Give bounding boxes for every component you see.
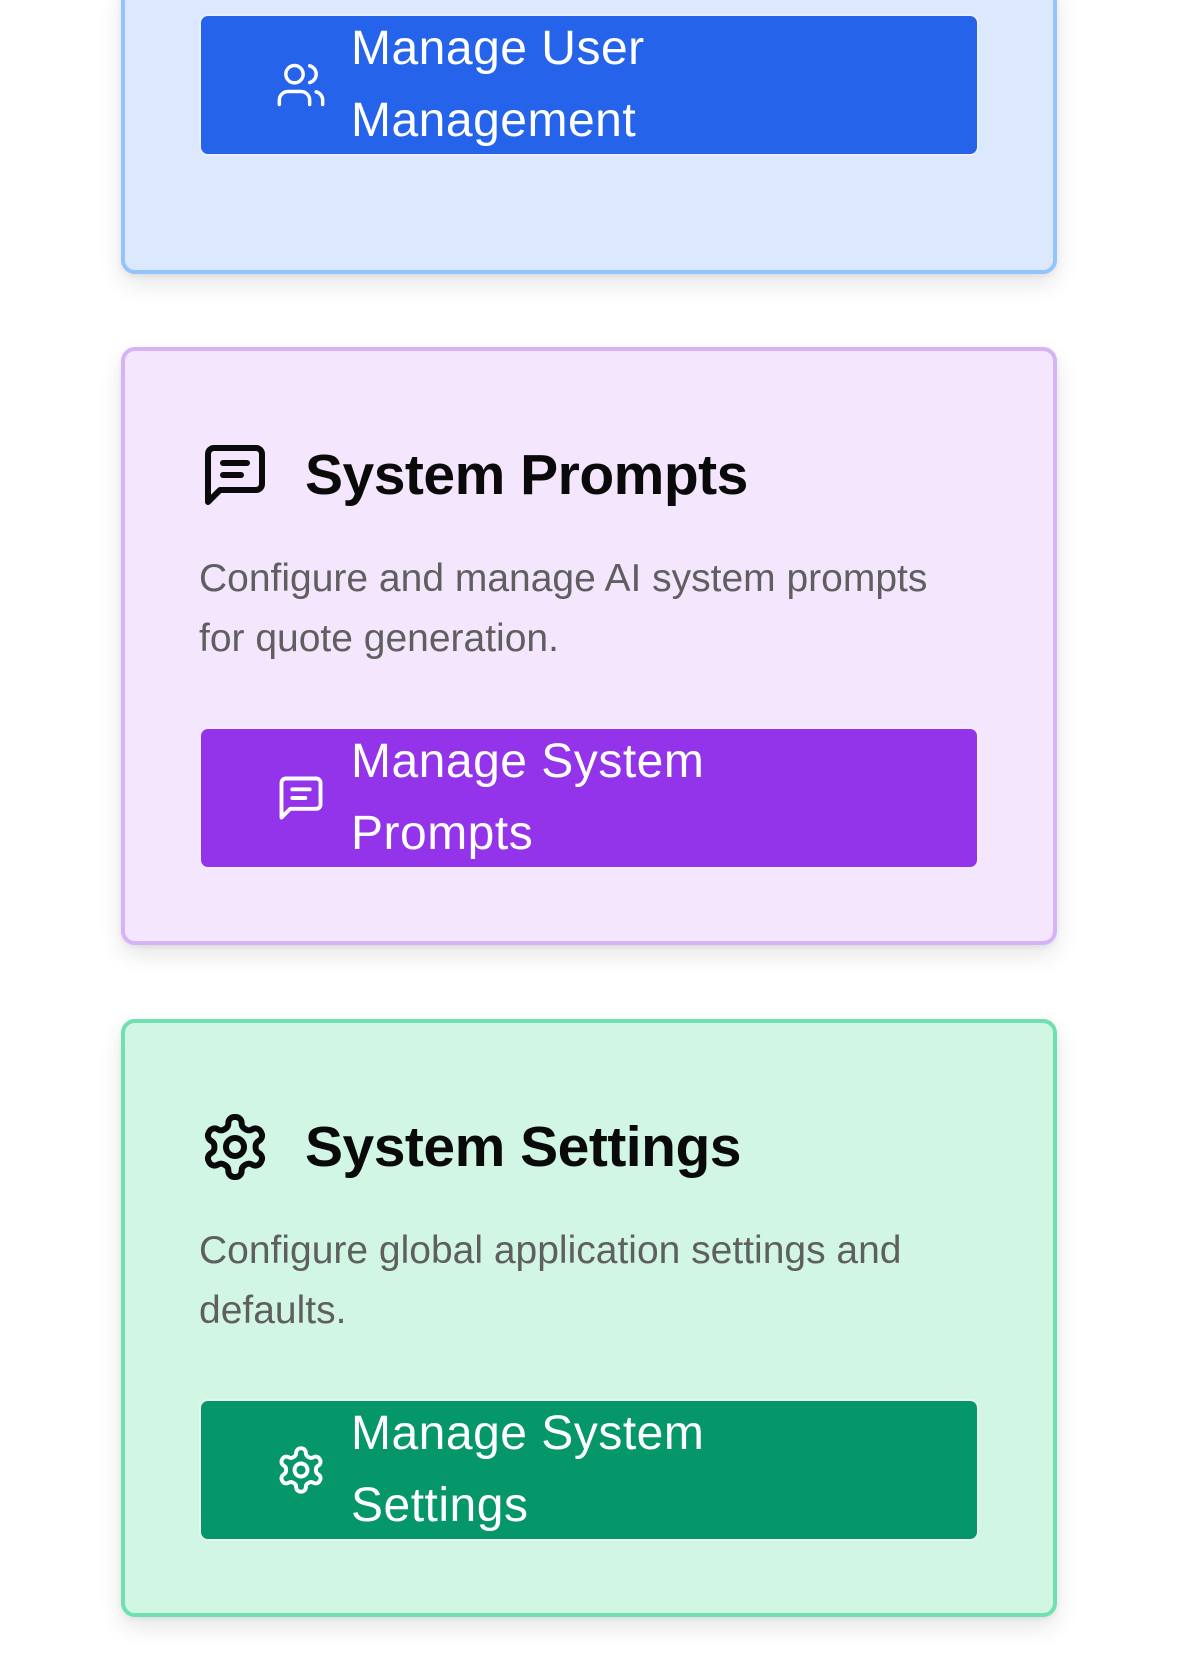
message-square-text-icon bbox=[275, 772, 327, 824]
manage-system-settings-label: Manage System Settings bbox=[351, 1407, 705, 1532]
manage-system-prompts-button[interactable]: Manage System Prompts bbox=[199, 727, 979, 869]
gear-icon bbox=[275, 1444, 327, 1496]
manage-user-management-button[interactable]: Manage User Management bbox=[199, 14, 979, 156]
system-prompts-header: System Prompts bbox=[199, 435, 748, 515]
message-square-text-icon bbox=[199, 439, 271, 511]
users-icon bbox=[275, 59, 327, 111]
system-settings-description: Configure global application settings an… bbox=[199, 1229, 902, 1332]
system-settings-card: System Settings Configure global applica… bbox=[121, 1019, 1057, 1617]
system-settings-title: System Settings bbox=[305, 1115, 741, 1179]
user-management-card: Manage User Management bbox=[121, 0, 1057, 274]
manage-system-settings-button[interactable]: Manage System Settings bbox=[199, 1399, 979, 1541]
system-prompts-card: System Prompts Configure and manage AI s… bbox=[121, 347, 1057, 945]
system-settings-header: System Settings bbox=[199, 1107, 741, 1187]
system-prompts-description: Configure and manage AI system prompts f… bbox=[199, 557, 928, 660]
manage-system-prompts-label: Manage System Prompts bbox=[351, 735, 705, 860]
system-prompts-title: System Prompts bbox=[305, 443, 748, 507]
gear-icon bbox=[199, 1111, 271, 1183]
manage-user-management-label: Manage User Management bbox=[351, 22, 645, 147]
